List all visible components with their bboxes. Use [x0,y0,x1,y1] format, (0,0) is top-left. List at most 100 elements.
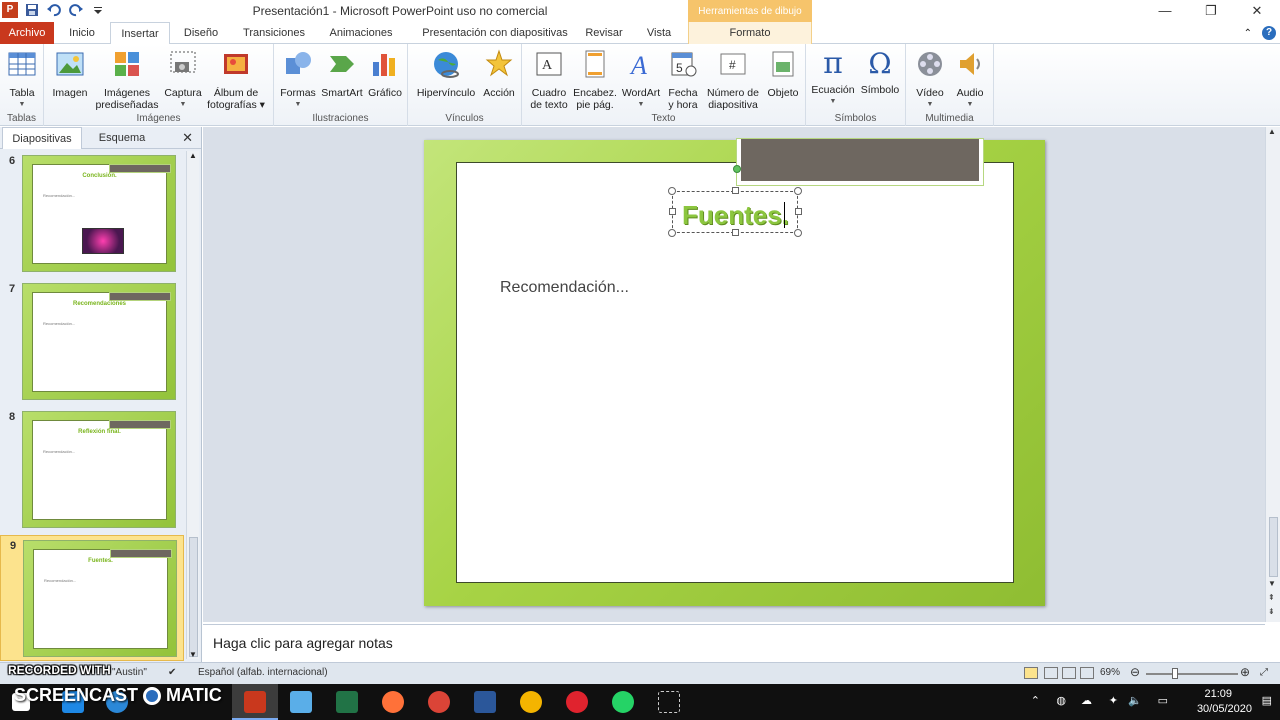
slide-scrollbar[interactable]: ▲ ▼ ⇞ ⇟ [1265,127,1280,622]
slide-thumbnail-6[interactable]: 6 Conclusión. Recomendación... [0,151,184,277]
spellcheck-icon[interactable]: ✔ [168,667,176,678]
shapes-button[interactable]: Formas ▼ [278,48,318,111]
slide-sorter-icon[interactable] [1044,667,1058,679]
word-app-icon[interactable] [474,691,496,713]
resize-handle-s[interactable] [732,229,739,236]
textbox-button[interactable]: A Cuadro de texto [526,48,572,111]
slide-thumbnail-7[interactable]: 7 Recomendaciones Recomendación... [0,279,184,405]
tab-transiciones[interactable]: Transiciones [236,22,312,44]
scroll-down-icon[interactable]: ▼ [189,650,197,659]
slideshow-view-icon[interactable] [1080,667,1094,679]
tab-insertar[interactable]: Insertar [110,22,170,45]
date-time-button[interactable]: 5 Fecha y hora [664,48,702,111]
language-bar-icon[interactable]: ▭ [1158,694,1168,707]
tab-vista[interactable]: Vista [636,22,682,44]
previous-slide-icon[interactable]: ⇞ [1268,593,1275,602]
fit-slide-icon[interactable]: ⤢ [1260,667,1268,678]
table-button[interactable]: Tabla ▼ [4,48,40,111]
tray-overflow-icon[interactable]: ⌃ [1031,694,1040,707]
resize-handle-w[interactable] [669,208,676,215]
group-simbolos: π Ecuación ▼ Ω Símbolo Símbolos [806,44,906,126]
resize-handle-se[interactable] [794,229,802,237]
onedrive-icon[interactable]: ☁ [1081,694,1092,707]
minimize-ribbon-icon[interactable]: ⌃ [1244,28,1252,39]
restore-button[interactable]: ❐ [1188,0,1234,22]
tab-diseno[interactable]: Diseño [174,22,228,44]
slide-thumbnail-9[interactable]: 9 Fuentes. Recomendación... [0,535,184,661]
header-footer-button[interactable]: Encabez. pie pág. [572,48,618,111]
language-indicator[interactable]: Español (alfab. internacional) [198,667,328,678]
dropbox-icon[interactable]: ✦ [1109,694,1118,707]
app-icon[interactable] [520,691,542,713]
slides-pane-scrollbar[interactable]: ▲ ▼ [186,151,199,659]
close-pane-icon[interactable]: ✕ [182,130,193,146]
rotation-handle[interactable] [733,165,741,173]
chrome-app-icon[interactable] [428,691,450,713]
current-slide[interactable]: Fuentes. Recomendación... [424,138,1045,606]
clock-time[interactable]: 21:09 [1204,688,1232,700]
notes-placeholder[interactable]: Haga clic para agregar notas [213,635,393,651]
slide-body-text[interactable]: Recomendación... [500,279,629,297]
close-button[interactable]: ✕ [1234,0,1280,22]
scrollbar-thumb[interactable] [1269,517,1278,577]
photo-album-button[interactable]: Álbum de fotografías ▾ [204,48,268,111]
slide-number: 6 [9,155,16,167]
notifications-icon[interactable]: ▤ [1262,694,1272,707]
tab-esquema[interactable]: Esquema [84,127,160,149]
resize-handle-n[interactable] [732,187,739,194]
action-button[interactable]: Acción [480,48,518,99]
resize-handle-sw[interactable] [668,229,676,237]
next-slide-icon[interactable]: ⇟ [1268,607,1275,616]
zoom-slider-knob[interactable] [1172,668,1178,679]
tab-revisar[interactable]: Revisar [580,22,628,44]
opera-app-icon[interactable] [566,691,588,713]
network-icon[interactable]: ◍ [1056,694,1066,707]
firefox-app-icon[interactable] [382,691,404,713]
scroll-up-icon[interactable]: ▲ [189,151,197,160]
excel-app-icon[interactable] [336,691,358,713]
scrollbar-thumb[interactable] [189,537,198,657]
tab-presentacion[interactable]: Presentación con diapositivas [410,22,580,44]
clipart-button[interactable]: Imágenes prediseñadas [92,48,162,111]
resize-handle-ne[interactable] [794,187,802,195]
snip-app-icon[interactable] [658,691,680,713]
hyperlink-button[interactable]: Hipervínculo [414,48,478,99]
volume-icon[interactable]: 🔈 [1128,694,1142,707]
tab-formato[interactable]: Formato [688,22,812,44]
zoom-out-icon[interactable]: ⊖ [1130,665,1140,679]
symbol-button[interactable]: Ω Símbolo [858,48,902,97]
tab-animaciones[interactable]: Animaciones [320,22,402,44]
wordart-button[interactable]: A WordArt ▼ [618,48,664,111]
tab-archivo[interactable]: Archivo [0,22,54,44]
scroll-up-icon[interactable]: ▲ [1268,127,1276,136]
scroll-down-icon[interactable]: ▼ [1268,579,1276,588]
resize-handle-nw[interactable] [668,187,676,195]
tab-inicio[interactable]: Inicio [58,22,106,44]
minimize-button[interactable]: — [1142,0,1188,22]
tab-diapositivas[interactable]: Diapositivas [2,127,82,149]
slide-title[interactable]: Fuentes. [682,200,789,231]
resize-handle-e[interactable] [795,208,802,215]
help-icon[interactable]: ? [1262,26,1276,40]
slide-number-button[interactable]: # Número de diapositiva [702,48,764,111]
chart-button[interactable]: Gráfico [366,48,404,99]
normal-view-icon[interactable] [1024,667,1038,679]
whatsapp-app-icon[interactable] [612,691,634,713]
powerpoint-app-icon[interactable] [244,691,266,713]
zoom-slider[interactable] [1146,673,1238,675]
screenshot-button[interactable]: Captura ▼ [162,48,204,111]
equation-button[interactable]: π Ecuación ▼ [810,48,856,108]
reading-view-icon[interactable] [1062,667,1076,679]
notes-pane[interactable]: Haga clic para agregar notas [203,624,1265,662]
object-button[interactable]: Objeto [764,48,802,99]
audio-button[interactable]: Audio ▼ [950,48,990,111]
image-button[interactable]: Imagen [50,48,90,99]
slide-thumbnail-8[interactable]: 8 Reflexión final. Recomendación... [0,407,184,533]
store-app-icon[interactable] [290,691,312,713]
clock-date[interactable]: 30/05/2020 [1197,703,1252,715]
zoom-in-icon[interactable]: ⊕ [1240,665,1250,679]
slide-number-icon: # [720,53,746,75]
smartart-button[interactable]: SmartArt [318,48,366,99]
zoom-level[interactable]: 69% [1100,667,1120,678]
video-button[interactable]: Vídeo ▼ [910,48,950,111]
